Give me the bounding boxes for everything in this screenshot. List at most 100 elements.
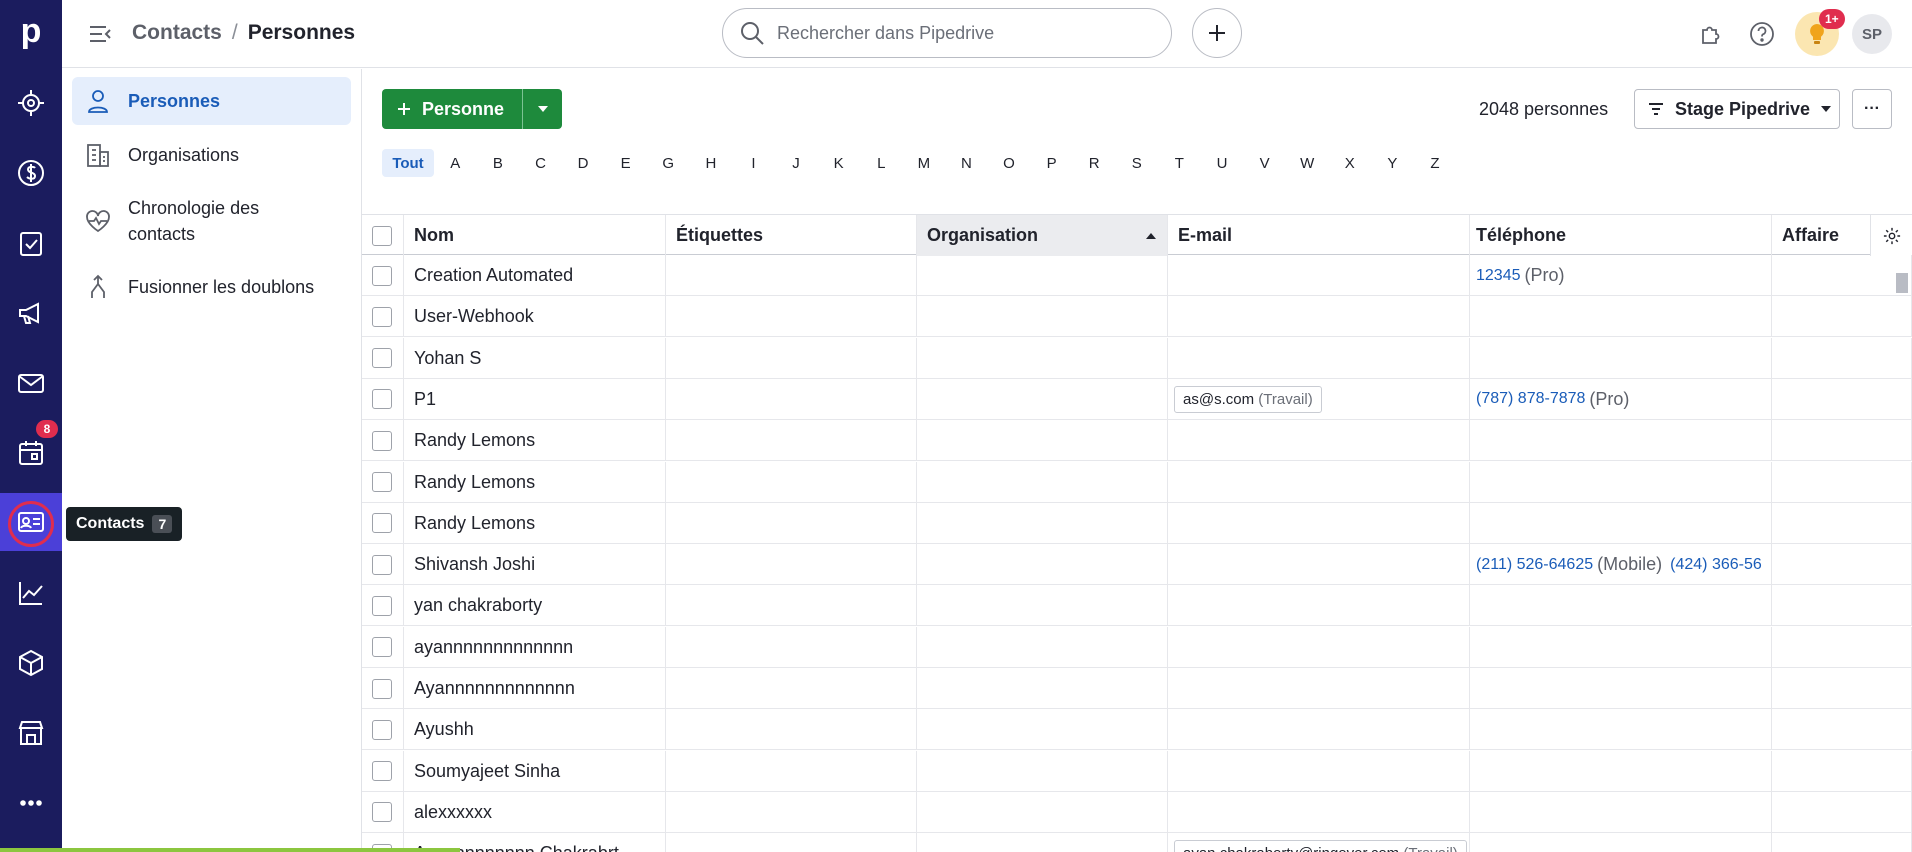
collapse-menu-icon[interactable] xyxy=(86,20,114,48)
phone-link[interactable]: (787) 878-7878 xyxy=(1476,390,1585,408)
quick-add-button[interactable] xyxy=(1192,8,1242,58)
person-name[interactable]: Ayushh xyxy=(414,719,474,740)
person-name[interactable]: Randy Lemons xyxy=(414,430,535,451)
labels-cell[interactable] xyxy=(666,833,917,852)
labels-cell[interactable] xyxy=(666,709,917,751)
email-cell[interactable]: ayan.chakraborty@ringover.com (Travail) xyxy=(1168,833,1470,852)
alpha-filter-letter[interactable]: P xyxy=(1030,149,1073,177)
email-cell[interactable] xyxy=(1168,709,1470,751)
alpha-filter-letter[interactable]: X xyxy=(1328,149,1371,177)
email-cell[interactable]: as@s.com (Travail) xyxy=(1168,378,1470,420)
column-settings-icon[interactable] xyxy=(1870,215,1912,256)
deals-cell[interactable] xyxy=(1772,255,1912,296)
alpha-filter-letter[interactable]: A xyxy=(434,149,477,177)
person-name-cell[interactable]: Randy Lemons xyxy=(404,461,666,503)
table-row[interactable]: Ayannnnnnnnn Chakrabrtayan.chakraborty@r… xyxy=(362,833,1912,852)
filter-button[interactable]: Stage Pipedrive xyxy=(1634,89,1840,129)
alpha-filter-letter[interactable]: R xyxy=(1073,149,1116,177)
deals-cell[interactable] xyxy=(1772,750,1912,792)
phone-cell[interactable] xyxy=(1470,585,1772,627)
leads-icon[interactable] xyxy=(0,73,62,133)
breadcrumb-parent[interactable]: Contacts xyxy=(132,21,222,45)
table-row[interactable]: ayannnnnnnnnnnnn xyxy=(362,626,1912,668)
alpha-filter-letter[interactable]: I xyxy=(732,149,775,177)
person-name[interactable]: Creation Automated xyxy=(414,265,573,286)
row-checkbox[interactable] xyxy=(372,265,392,286)
select-all-checkbox[interactable] xyxy=(372,225,392,246)
scrollbar-thumb[interactable] xyxy=(1896,273,1908,293)
column-header-telephone[interactable]: Téléphone xyxy=(1470,215,1772,256)
email-cell[interactable] xyxy=(1168,544,1470,586)
phone-link[interactable]: 12345 xyxy=(1476,267,1521,285)
organisation-cell[interactable] xyxy=(917,378,1168,420)
row-checkbox[interactable] xyxy=(372,389,392,410)
table-row[interactable]: P1 as@s.com (Travail) (787) 878-7878 (Pro) xyxy=(362,378,1912,420)
email-value[interactable]: as@s.com (Travail) xyxy=(1174,385,1322,413)
person-name[interactable]: Randy Lemons xyxy=(414,472,535,493)
row-checkbox[interactable] xyxy=(372,595,392,616)
email-cell[interactable] xyxy=(1168,791,1470,833)
person-name[interactable]: User-Webhook xyxy=(414,306,534,327)
phone-cell[interactable] xyxy=(1470,791,1772,833)
labels-cell[interactable] xyxy=(666,750,917,792)
person-name-cell[interactable]: ayannnnnnnnnnnnn xyxy=(404,626,666,668)
person-name-cell[interactable]: Ayushh xyxy=(404,709,666,751)
organisation-cell[interactable] xyxy=(917,750,1168,792)
phone-cell[interactable] xyxy=(1470,626,1772,668)
organisation-cell[interactable] xyxy=(917,709,1168,751)
global-search[interactable] xyxy=(722,8,1172,58)
deals-cell[interactable] xyxy=(1772,502,1912,544)
email-cell[interactable] xyxy=(1168,337,1470,379)
person-name[interactable]: P1 xyxy=(414,389,436,410)
labels-cell[interactable] xyxy=(666,255,917,296)
table-row[interactable]: Shivansh Joshi (211) 526-64625 (Mobile) (42… xyxy=(362,544,1912,586)
table-row[interactable]: Yohan S xyxy=(362,337,1912,379)
person-name[interactable]: Soumyajeet Sinha xyxy=(414,761,560,782)
email-cell[interactable] xyxy=(1168,502,1470,544)
alpha-filter-letter[interactable]: U xyxy=(1201,149,1244,177)
alpha-filter-letter[interactable]: T xyxy=(1158,149,1201,177)
row-checkbox[interactable] xyxy=(372,802,392,823)
row-checkbox[interactable] xyxy=(372,554,392,575)
column-header-etiquettes[interactable]: Étiquettes xyxy=(666,215,917,256)
deals-cell[interactable] xyxy=(1772,709,1912,751)
labels-cell[interactable] xyxy=(666,502,917,544)
person-name[interactable]: ayannnnnnnnnnnnn xyxy=(414,637,573,658)
more-icon[interactable] xyxy=(0,773,62,833)
table-row[interactable]: Ayushh xyxy=(362,709,1912,751)
table-row[interactable]: Randy Lemons xyxy=(362,502,1912,544)
row-checkbox[interactable] xyxy=(372,719,392,740)
deals-cell[interactable] xyxy=(1772,668,1912,709)
sidebar-item-chronologie[interactable]: Chronologie des contacts xyxy=(72,185,351,257)
row-checkbox[interactable] xyxy=(372,472,392,492)
organisation-cell[interactable] xyxy=(917,833,1168,852)
table-row[interactable]: alexxxxxx xyxy=(362,791,1912,833)
phone-link[interactable]: (211) 526-64625 xyxy=(1476,556,1593,574)
column-header-email[interactable]: E-mail xyxy=(1168,215,1470,256)
person-name[interactable]: Randy Lemons xyxy=(414,513,535,534)
phone-cell[interactable] xyxy=(1470,833,1772,852)
email-cell[interactable] xyxy=(1168,668,1470,709)
person-name-cell[interactable]: P1 xyxy=(404,378,666,420)
person-name-cell[interactable]: Shivansh Joshi xyxy=(404,544,666,586)
alpha-filter-letter[interactable]: W xyxy=(1286,149,1329,177)
sidebar-item-organisations[interactable]: Organisations xyxy=(72,131,351,179)
person-name[interactable]: alexxxxxx xyxy=(414,802,492,823)
activities-icon[interactable] xyxy=(0,213,62,273)
row-checkbox[interactable] xyxy=(372,678,392,699)
labels-cell[interactable] xyxy=(666,626,917,668)
pipedrive-logo[interactable]: p xyxy=(0,0,62,62)
email-cell[interactable] xyxy=(1168,255,1470,296)
table-row[interactable]: Soumyajeet Sinha xyxy=(362,750,1912,792)
email-cell[interactable] xyxy=(1168,296,1470,338)
organisation-cell[interactable] xyxy=(917,544,1168,586)
marketplace-icon[interactable] xyxy=(0,703,62,763)
deals-cell[interactable] xyxy=(1772,461,1912,503)
person-name-cell[interactable]: User-Webhook xyxy=(404,296,666,338)
email-value[interactable]: ayan.chakraborty@ringover.com (Travail) xyxy=(1174,840,1467,852)
deals-icon[interactable] xyxy=(0,143,62,203)
organisation-cell[interactable] xyxy=(917,461,1168,503)
deals-cell[interactable] xyxy=(1772,420,1912,462)
deals-cell[interactable] xyxy=(1772,585,1912,627)
alpha-filter-letter[interactable]: N xyxy=(945,149,988,177)
